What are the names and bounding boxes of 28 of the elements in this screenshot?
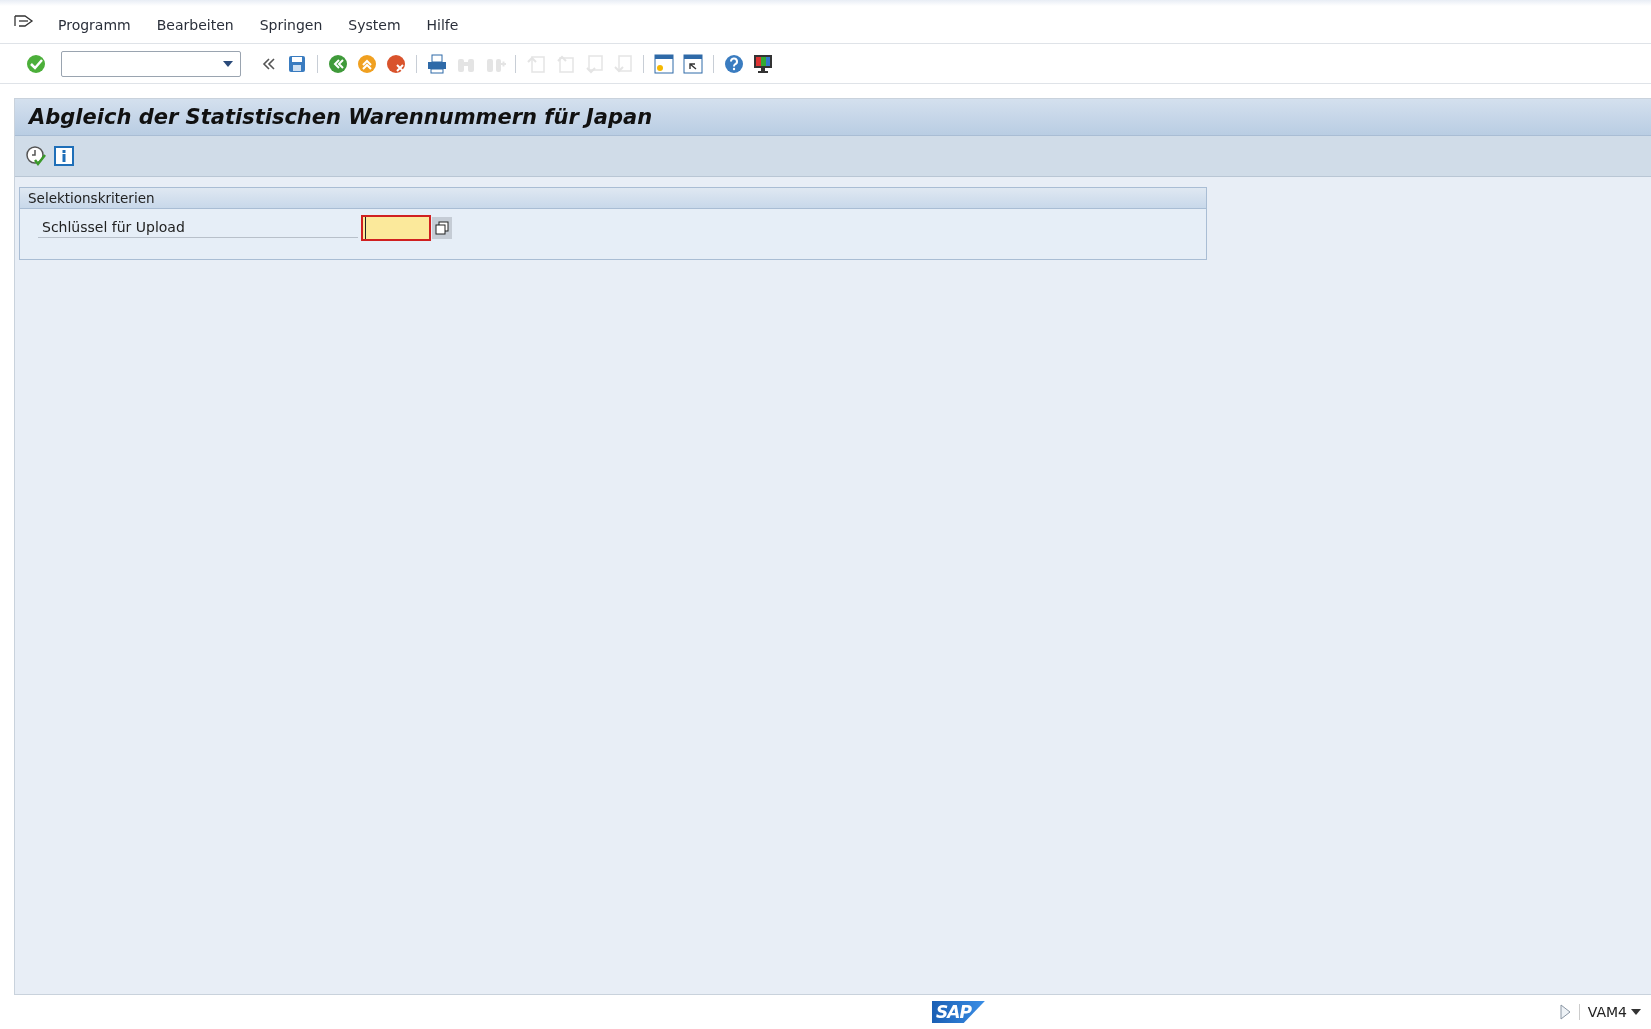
- input-field[interactable]: [361, 215, 431, 241]
- menu-icon[interactable]: [14, 13, 34, 30]
- value-help-button[interactable]: [432, 217, 452, 239]
- sap-logo: SAP: [932, 1001, 985, 1023]
- menu-item[interactable]: System: [348, 10, 401, 33]
- system-name: VAM4: [1578, 1004, 1631, 1020]
- menu-item[interactable]: Springen: [259, 10, 323, 33]
- monitor-icon[interactable]: [752, 52, 774, 75]
- enter-icon[interactable]: [25, 52, 47, 75]
- command-field[interactable]: [61, 50, 241, 77]
- shortcut-window-icon[interactable]: [682, 52, 704, 75]
- dropdown-caret-icon[interactable]: [222, 59, 234, 68]
- clock-check-icon[interactable]: [25, 145, 47, 167]
- menu-item[interactable]: Hilfe: [426, 10, 459, 33]
- help-icon[interactable]: [723, 52, 745, 75]
- page-title: Abgleich der Statistischen Warennummern für Japan: [29, 105, 653, 129]
- info-icon[interactable]: [53, 145, 75, 167]
- menu-item[interactable]: Bearbeiten: [156, 10, 234, 33]
- group-title: Selektionskriterien: [28, 190, 155, 206]
- cancel-icon[interactable]: [385, 52, 407, 75]
- expand-triangle-icon[interactable]: [1558, 1004, 1571, 1020]
- back-icon[interactable]: [327, 52, 349, 75]
- print-icon[interactable]: [426, 52, 448, 75]
- field-label: Schlüssel für Upload: [38, 218, 358, 238]
- menu-item[interactable]: Programm: [58, 10, 131, 33]
- dropdown-caret-icon[interactable]: [1631, 1009, 1641, 1015]
- new-window-icon[interactable]: [653, 52, 675, 75]
- copy-icon: [435, 221, 449, 235]
